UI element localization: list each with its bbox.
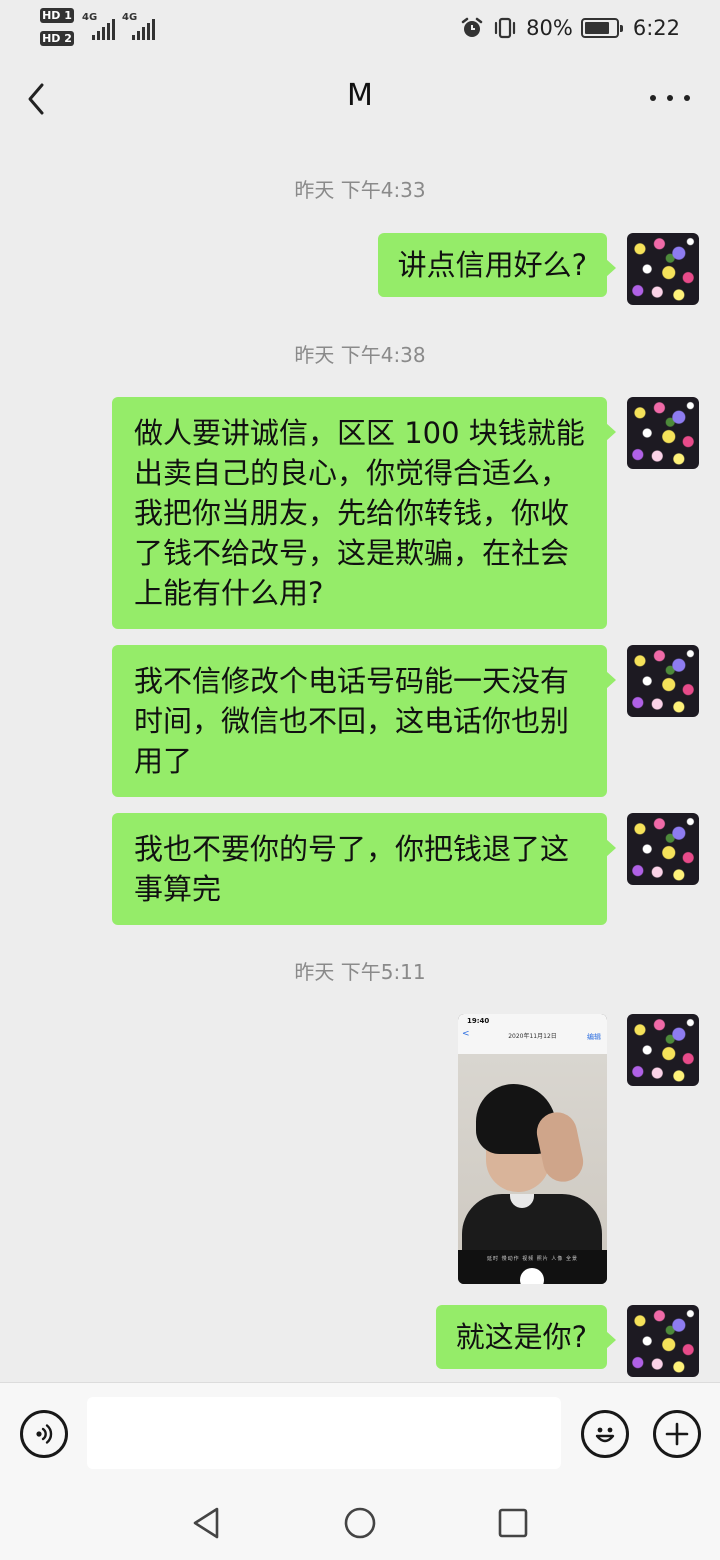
voice-icon: [36, 1424, 53, 1444]
clock: 6:22: [632, 16, 680, 40]
message-timestamp: 昨天 下午5:11: [294, 960, 426, 984]
avatar[interactable]: [627, 645, 699, 717]
message-row: 我不信修改个电话号码能一天没有 时间，微信也不回，这电话你也别 用了: [0, 645, 720, 797]
message-row: 我也不要你的号了，你把钱退了这 事算完: [0, 813, 720, 925]
alarm-icon: [461, 17, 483, 37]
avatar[interactable]: [627, 813, 699, 885]
message-list[interactable]: 昨天 下午4:33 讲点信用好么? 昨天 下午4:38 做人要讲诚信，区区 10…: [0, 142, 720, 1382]
message-timestamp: 昨天 下午4:33: [294, 178, 426, 202]
status-bar: HD 1 HD 2 4G 4G 80% 6:22: [0, 0, 720, 56]
plus-icon: [665, 1422, 689, 1446]
avatar[interactable]: [627, 397, 699, 469]
emoji-icon: [595, 1427, 615, 1443]
screenshot-time: 19:40: [467, 1017, 490, 1025]
screenshot-topbar: 19:40 < 2020年11月12日 编辑: [458, 1014, 607, 1054]
avatar[interactable]: [627, 233, 699, 305]
battery-percent: 80%: [526, 16, 573, 40]
message-timestamp: 昨天 下午4:38: [294, 343, 426, 367]
hd2-badge: HD 2: [40, 31, 74, 46]
avatar[interactable]: [627, 1305, 699, 1377]
message-input[interactable]: [87, 1397, 561, 1469]
hd-indicators: HD 1 HD 2: [40, 8, 76, 48]
system-nav-bar: [0, 1486, 720, 1560]
hd1-badge: HD 1: [40, 8, 74, 23]
square-recent-icon[interactable]: [496, 1506, 530, 1540]
camera-bar: 延时 慢动作 视频 照片 人像 全景: [458, 1250, 607, 1284]
more-options-icon[interactable]: [650, 88, 690, 108]
message-bubble[interactable]: 做人要讲诚信，区区 100 块钱就能 出卖自己的良心，你觉得合适么， 我把你当朋…: [112, 397, 616, 629]
photo-content: [458, 1054, 607, 1254]
input-bar: [0, 1382, 720, 1486]
message-bubble[interactable]: 我也不要你的号了，你把钱退了这 事算完: [112, 813, 616, 925]
circle-home-icon[interactable]: [343, 1506, 377, 1540]
image-message[interactable]: 19:40 < 2020年11月12日 编辑 延时 慢动作 视频 照片 人像 全…: [458, 1014, 607, 1284]
screenshot-edit: 编辑: [587, 1033, 601, 1041]
screenshot-date: 2020年11月12日: [508, 1033, 557, 1040]
message-bubble[interactable]: 讲点信用好么?: [377, 233, 617, 297]
shutter-icon: [520, 1268, 544, 1284]
message-row: 就这是你?: [0, 1305, 720, 1382]
signal-2-icon: 4G: [122, 12, 158, 40]
emoji-button[interactable]: [581, 1410, 629, 1458]
more-functions-button[interactable]: [653, 1410, 701, 1458]
triangle-back-icon[interactable]: [189, 1506, 223, 1540]
message-row: 讲点信用好么?: [0, 233, 720, 313]
camera-modes: 延时 慢动作 视频 照片 人像 全景: [487, 1256, 578, 1262]
message-bubble[interactable]: 就这是你?: [435, 1305, 617, 1369]
voice-button[interactable]: [20, 1410, 68, 1458]
battery-icon: [580, 18, 623, 38]
message-row: 做人要讲诚信，区区 100 块钱就能 出卖自己的良心，你觉得合适么， 我把你当朋…: [0, 397, 720, 629]
message-bubble[interactable]: 我不信修改个电话号码能一天没有 时间，微信也不回，这电话你也别 用了: [112, 645, 616, 797]
chat-title: M: [347, 78, 373, 113]
vibrate-icon: [495, 17, 516, 39]
avatar[interactable]: [627, 1014, 699, 1086]
message-row: 19:40 < 2020年11月12日 编辑 延时 慢动作 视频 照片 人像 全…: [0, 1014, 720, 1286]
signal-1-icon: 4G: [82, 12, 118, 40]
chat-header: M: [0, 56, 720, 142]
